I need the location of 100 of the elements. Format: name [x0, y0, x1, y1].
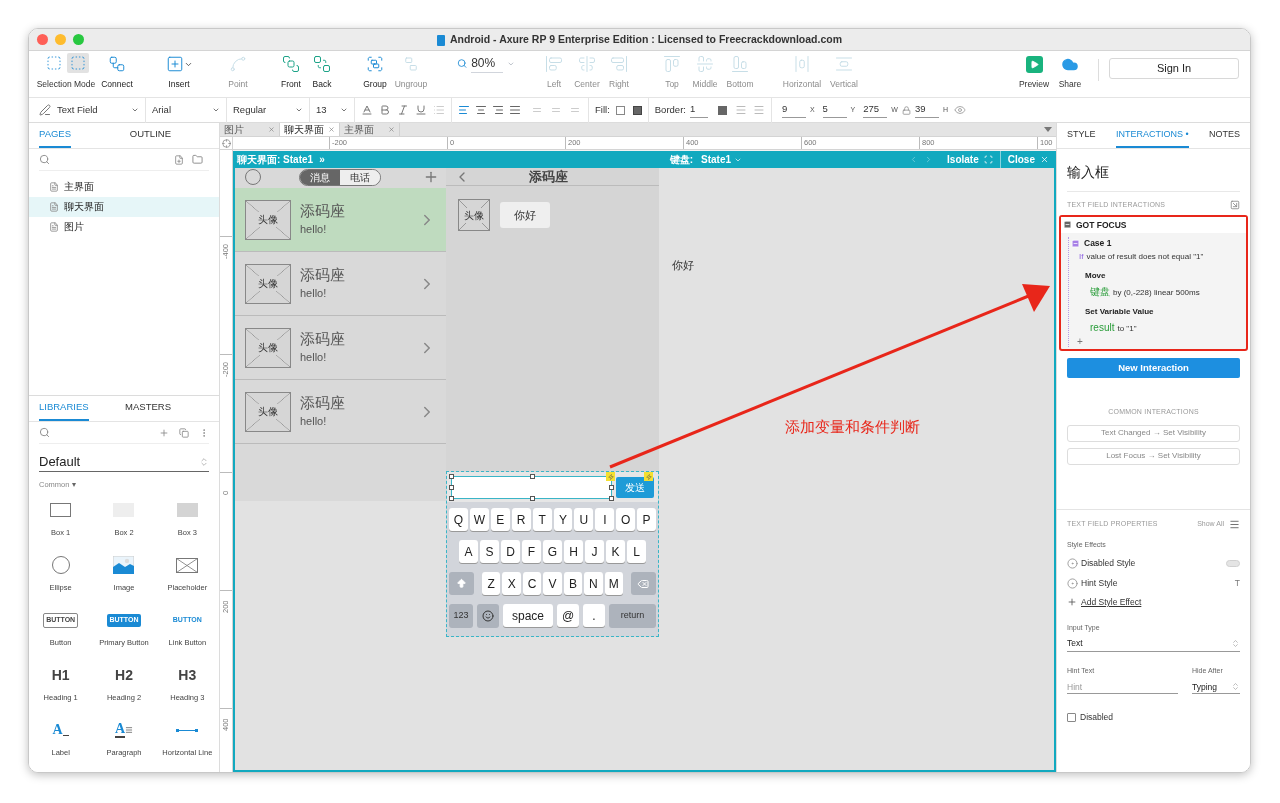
keyboard-key[interactable]: F [522, 540, 541, 563]
keyboard-key[interactable]: Z [482, 572, 501, 595]
keyboard-key[interactable]: R [511, 508, 531, 531]
underline-icon[interactable] [415, 104, 427, 116]
resize-handle[interactable] [530, 473, 535, 479]
panel-tab[interactable]: NOTES [1209, 123, 1240, 148]
sign-in-button[interactable]: Sign In [1109, 58, 1239, 79]
keyboard-key[interactable]: W [469, 508, 489, 531]
text-style-icon[interactable]: T [1234, 577, 1240, 590]
border-width-field[interactable]: 1 [689, 102, 708, 118]
align-icon[interactable] [458, 104, 470, 116]
segment-tab[interactable]: 消息 [300, 170, 340, 185]
keyboard-key[interactable]: B [563, 572, 583, 595]
numbers-key[interactable]: 123 [449, 604, 473, 628]
panel-tab[interactable]: INTERACTIONS • [1115, 123, 1189, 148]
fill-color-swatch[interactable] [615, 105, 625, 115]
dot-key[interactable]: . [583, 604, 605, 627]
page-item[interactable]: 主界面 [29, 177, 219, 197]
copy-icon[interactable] [179, 427, 189, 438]
add-style-effect-link[interactable]: Add Style Effect [1081, 596, 1142, 609]
keyboard-key[interactable]: G [543, 540, 562, 563]
arrow-style-icon[interactable] [752, 104, 765, 116]
keyboard-key[interactable]: Y [553, 508, 573, 531]
segment-tab[interactable]: 电话 [340, 170, 380, 185]
minimize-window-button[interactable] [55, 34, 66, 45]
resize-handle[interactable] [530, 495, 535, 501]
crosshair-icon[interactable] [221, 138, 231, 148]
shadow-swatch[interactable] [632, 105, 642, 115]
keyboard-key[interactable]: S [480, 540, 499, 563]
insert-tool[interactable]: Insert [154, 55, 204, 91]
action-name[interactable]: Set Variable Value [1085, 306, 1246, 318]
return-key[interactable]: return [609, 604, 656, 628]
widget-name[interactable]: 输入框 [1067, 164, 1109, 180]
add-page-icon[interactable] [174, 154, 184, 165]
geometry-field[interactable]: 275 [863, 102, 888, 118]
keyboard-key[interactable]: J [585, 540, 604, 563]
back-tool[interactable]: Back [307, 55, 337, 91]
page-item[interactable]: 聊天界面 [29, 197, 219, 217]
add-icon[interactable] [159, 427, 169, 438]
keyboard-key[interactable]: X [502, 572, 521, 595]
list-icon[interactable] [433, 104, 445, 116]
preview-button[interactable]: Preview [1016, 56, 1052, 91]
keyboard-key[interactable]: E [490, 508, 510, 531]
front-tool[interactable]: Front [276, 55, 306, 91]
add-action-icon[interactable]: + [1077, 336, 1083, 347]
geometry-field[interactable]: 39 [914, 102, 939, 118]
border-style-icon[interactable] [734, 104, 747, 116]
align-icon[interactable] [492, 104, 504, 116]
shift-key[interactable] [449, 572, 474, 595]
visibility-icon[interactable] [953, 104, 966, 116]
keyboard-key[interactable]: L [627, 540, 646, 563]
lock-icon[interactable] [901, 105, 911, 115]
library-dropdown[interactable]: Default [39, 452, 209, 472]
style-effect[interactable]: Disabled Style [1081, 557, 1223, 570]
panel-tab[interactable]: OUTLINE [129, 123, 171, 148]
connect-tool[interactable]: Connect [97, 55, 137, 91]
menu-icon[interactable] [1229, 518, 1240, 530]
widget-type-dropdown[interactable]: Text Field [39, 102, 139, 118]
keyboard-key[interactable]: D [501, 540, 520, 563]
keyboard-key[interactable]: Q [449, 508, 468, 531]
keyboard-key[interactable]: A [459, 540, 478, 563]
keyboard-key[interactable]: P [637, 508, 657, 531]
input-field[interactable] [451, 475, 613, 499]
panel-tab[interactable]: PAGES [39, 123, 72, 148]
zoom-dropdown[interactable]: 80% [457, 54, 515, 73]
emoji-key[interactable] [477, 604, 499, 628]
folder-icon[interactable] [192, 154, 203, 165]
search-icon[interactable] [39, 154, 50, 165]
document-tab[interactable]: 主界面 [340, 123, 400, 136]
page-item[interactable]: 图片 [29, 217, 219, 237]
keyboard-key[interactable]: T [532, 508, 552, 531]
keyboard-key[interactable]: H [564, 540, 583, 563]
caret-icon[interactable] [72, 482, 77, 487]
keyboard-key[interactable]: K [606, 540, 625, 563]
selection-mode-button[interactable] [67, 53, 89, 74]
delete-key[interactable] [630, 572, 656, 595]
close-tab-icon[interactable] [268, 126, 275, 133]
chat-item[interactable]: 头像 添码座 hello! [235, 188, 446, 252]
search-icon[interactable] [39, 427, 50, 438]
input-type-dropdown[interactable]: Text [1067, 637, 1240, 652]
geometry-field[interactable]: 5 [822, 102, 847, 118]
keyboard-key[interactable]: O [616, 508, 636, 531]
close-tab-icon[interactable] [388, 126, 395, 133]
close-tab-icon[interactable] [328, 126, 335, 133]
share-button[interactable]: Share [1052, 56, 1088, 91]
text-color-icon[interactable] [361, 104, 373, 116]
font-weight-dropdown[interactable]: Regular [233, 102, 303, 118]
case-name[interactable]: Case 1 [1084, 237, 1112, 250]
bold-icon[interactable] [379, 104, 391, 116]
geometry-field[interactable]: 9 [781, 102, 806, 118]
keyboard-key[interactable]: I [595, 508, 615, 531]
keyboard-key[interactable]: N [584, 572, 603, 595]
hide-after-dropdown[interactable]: Typing [1192, 680, 1240, 695]
checkbox[interactable] [1067, 713, 1076, 723]
font-dropdown[interactable]: Arial [152, 102, 220, 118]
hint-text-field[interactable]: Hint [1067, 680, 1178, 695]
collapse-icon[interactable] [1230, 200, 1240, 211]
add-icon[interactable] [1067, 597, 1077, 608]
group-tool[interactable]: Group [357, 55, 393, 91]
border-color-swatch[interactable] [717, 105, 727, 115]
